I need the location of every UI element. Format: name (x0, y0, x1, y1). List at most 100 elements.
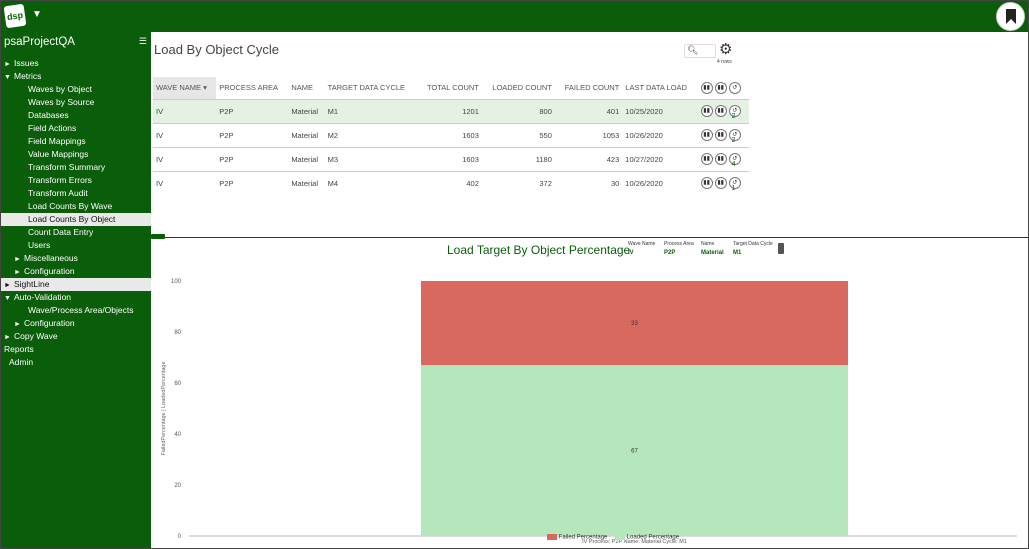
sidebar-item-label: Field Actions (28, 123, 77, 133)
sidebar-item-field-mappings[interactable]: Field Mappings (14, 135, 86, 148)
column-header[interactable]: PROCESS AREA (216, 77, 288, 99)
sidebar-item-label: Users (28, 240, 51, 250)
panel-divider (151, 237, 1028, 238)
chart-filter-label: Target Data Cycle (733, 241, 773, 247)
gear-icon[interactable]: ⚙ (719, 40, 732, 58)
menu-icon[interactable]: ☰ (139, 36, 147, 47)
chart-filter-label: Name (701, 241, 715, 247)
chart-icon[interactable]: ▮▮ (714, 177, 727, 190)
column-header[interactable]: NAME (288, 77, 324, 99)
chart-icon[interactable]: ▮▮ (714, 153, 727, 165)
sidebar-item-label: Copy Wave (14, 331, 58, 341)
search-input[interactable]: 🔍︎ (684, 44, 716, 58)
chart-icon[interactable]: ▮▮ (700, 177, 713, 190)
chart-filter: Name Material (701, 241, 724, 256)
column-header[interactable]: FAILED COUNT (555, 77, 622, 99)
sidebar-item-users[interactable]: Users (14, 239, 50, 252)
table-cell-wave: IV (153, 98, 217, 123)
y-tick-label: 60 (174, 381, 181, 387)
top-bar: dsp ▼ (1, 1, 1028, 32)
table-row[interactable]: IV P2P Material M1 1201 800 401 10/25/2020 ▮▮ ▮▮… (153, 98, 749, 123)
table-cell-name: Material (288, 146, 325, 171)
mobile-view-icon[interactable] (778, 243, 784, 254)
table-cell-cycle: M1 (324, 98, 418, 123)
sidebar-item-load-counts-by-object[interactable]: Load Counts By Object (1, 213, 151, 226)
sidebar-item-label: Issues (14, 58, 39, 68)
chart-icon[interactable]: ▮▮ (714, 105, 727, 117)
legend-swatch-loaded (615, 534, 626, 540)
sidebar-item-label: Waves by Source (28, 97, 95, 107)
divider-handle[interactable] (151, 234, 165, 239)
sidebar-item-field-actions[interactable]: Field Actions (14, 122, 76, 135)
column-header[interactable]: TARGET DATA CYCLE (325, 77, 418, 99)
sidebar-item-label: Wave/Process Area/Objects (28, 305, 134, 315)
sidebar-item-issues[interactable]: ► Issues (4, 57, 39, 70)
bookmark-button[interactable] (996, 2, 1025, 31)
chart-legend: Failed Percentage Loaded Percentage (547, 534, 679, 541)
sidebar-item-configuration[interactable]: ► Configuration (14, 265, 75, 278)
table-cell-loaded: 800 (481, 98, 555, 123)
chevron-down-icon[interactable]: ▼ (32, 9, 42, 20)
row-actions: ▮▮ ▮▮ ↺ 1 (697, 170, 749, 195)
sidebar-item-configuration[interactable]: ► Configuration (14, 317, 75, 330)
table-row[interactable]: IV P2P Material M2 1603 550 1053 10/26/2020 ▮▮ ▮… (153, 122, 749, 147)
chart-filter: Target Data Cycle M1 (733, 241, 773, 256)
table-cell-name: Material (288, 170, 325, 195)
history-count: 4 (731, 160, 736, 168)
sidebar-item-load-counts-by-wave[interactable]: Load Counts By Wave (14, 200, 112, 213)
sidebar-item-label: Admin (9, 357, 34, 367)
table-row[interactable]: IV P2P Material M3 1603 1180 423 10/27/2020 ▮▮ ▮… (153, 146, 749, 171)
sidebar-item-count-data-entry[interactable]: Count Data Entry (14, 226, 93, 239)
table-cell-failed: 423 (554, 146, 623, 171)
sidebar-item-transform-errors[interactable]: Transform Errors (14, 174, 92, 187)
sidebar-item-label: Transform Errors (28, 175, 92, 185)
bookmark-icon (1006, 9, 1016, 24)
sidebar-item-label: Transform Summary (28, 162, 106, 172)
table-cell-last-load: 10/25/2020 (622, 98, 698, 123)
chart-icon[interactable]: ▮▮ (700, 81, 713, 94)
sidebar-item-value-mappings[interactable]: Value Mappings (14, 148, 88, 161)
sidebar-item-label: Load Counts By Wave (28, 201, 113, 211)
table-cell-total: 1201 (417, 98, 482, 123)
dsp-logo[interactable]: dsp (3, 3, 27, 29)
table-cell-failed: 30 (554, 170, 623, 195)
sidebar-item-sightline[interactable]: ► SightLine (1, 278, 151, 291)
sidebar-item-label: Metrics (14, 71, 42, 81)
sidebar-item-reports[interactable]: Reports (4, 343, 34, 356)
column-header[interactable]: TOTAL COUNT (417, 77, 481, 99)
chart-icon[interactable]: ▮▮ (700, 105, 713, 117)
sidebar-item-auto-validation[interactable]: ▼ Auto-Validation (4, 291, 71, 304)
sidebar-item-miscellaneous[interactable]: ► Miscellaneous (14, 252, 78, 265)
sidebar-item-wave-process-area-objects[interactable]: Wave/Process Area/Objects (14, 304, 134, 317)
sidebar-item-waves-by-object[interactable]: Waves by Object (14, 83, 92, 96)
table-cell-cycle: M3 (324, 146, 418, 171)
page-title: Load By Object Cycle (154, 42, 280, 57)
table-cell-total: 402 (417, 170, 482, 195)
sidebar-item-copy-wave[interactable]: ► Copy Wave (4, 330, 58, 343)
column-header[interactable]: LAST DATA LOAD (622, 77, 697, 99)
chart-icon[interactable]: ▮▮ (714, 81, 727, 94)
sidebar-item-metrics[interactable]: ▼ Metrics (4, 70, 41, 83)
chart-filter-value: P2P (664, 250, 676, 256)
history-icon[interactable]: ↺ (728, 81, 741, 94)
table-row[interactable]: IV P2P Material M4 402 372 30 10/26/2020 ▮▮ ▮▮ ↺… (153, 170, 749, 195)
load-counts-table: WAVE NAME ▾ PROCESS AREA NAME TARGET DATA C… (153, 77, 749, 195)
legend-label: Loaded Percentage (626, 534, 680, 541)
chart-filter-value: M1 (733, 250, 742, 256)
chart-icon[interactable]: ▮▮ (700, 153, 713, 165)
table-cell-failed: 1053 (554, 122, 623, 147)
sidebar-item-label: Configuration (24, 266, 75, 276)
sidebar-item-waves-by-source[interactable]: Waves by Source (14, 96, 94, 109)
sidebar-item-transform-audit[interactable]: Transform Audit (14, 187, 88, 200)
y-tick-label: 100 (171, 279, 182, 285)
sidebar-item-label: Transform Audit (28, 188, 88, 198)
sidebar-item-label: Count Data Entry (28, 227, 94, 237)
sidebar-item-transform-summary[interactable]: Transform Summary (14, 161, 105, 174)
sidebar-item-admin[interactable]: Admin (9, 356, 33, 369)
sidebar-item-databases[interactable]: Databases (14, 109, 69, 122)
column-header[interactable]: LOADED COUNT (482, 77, 555, 99)
column-header[interactable]: WAVE NAME ▾ (153, 77, 217, 99)
sidebar-item-label: Databases (28, 110, 69, 120)
chart-icon[interactable]: ▮▮ (700, 129, 713, 141)
chart-icon[interactable]: ▮▮ (714, 129, 727, 141)
